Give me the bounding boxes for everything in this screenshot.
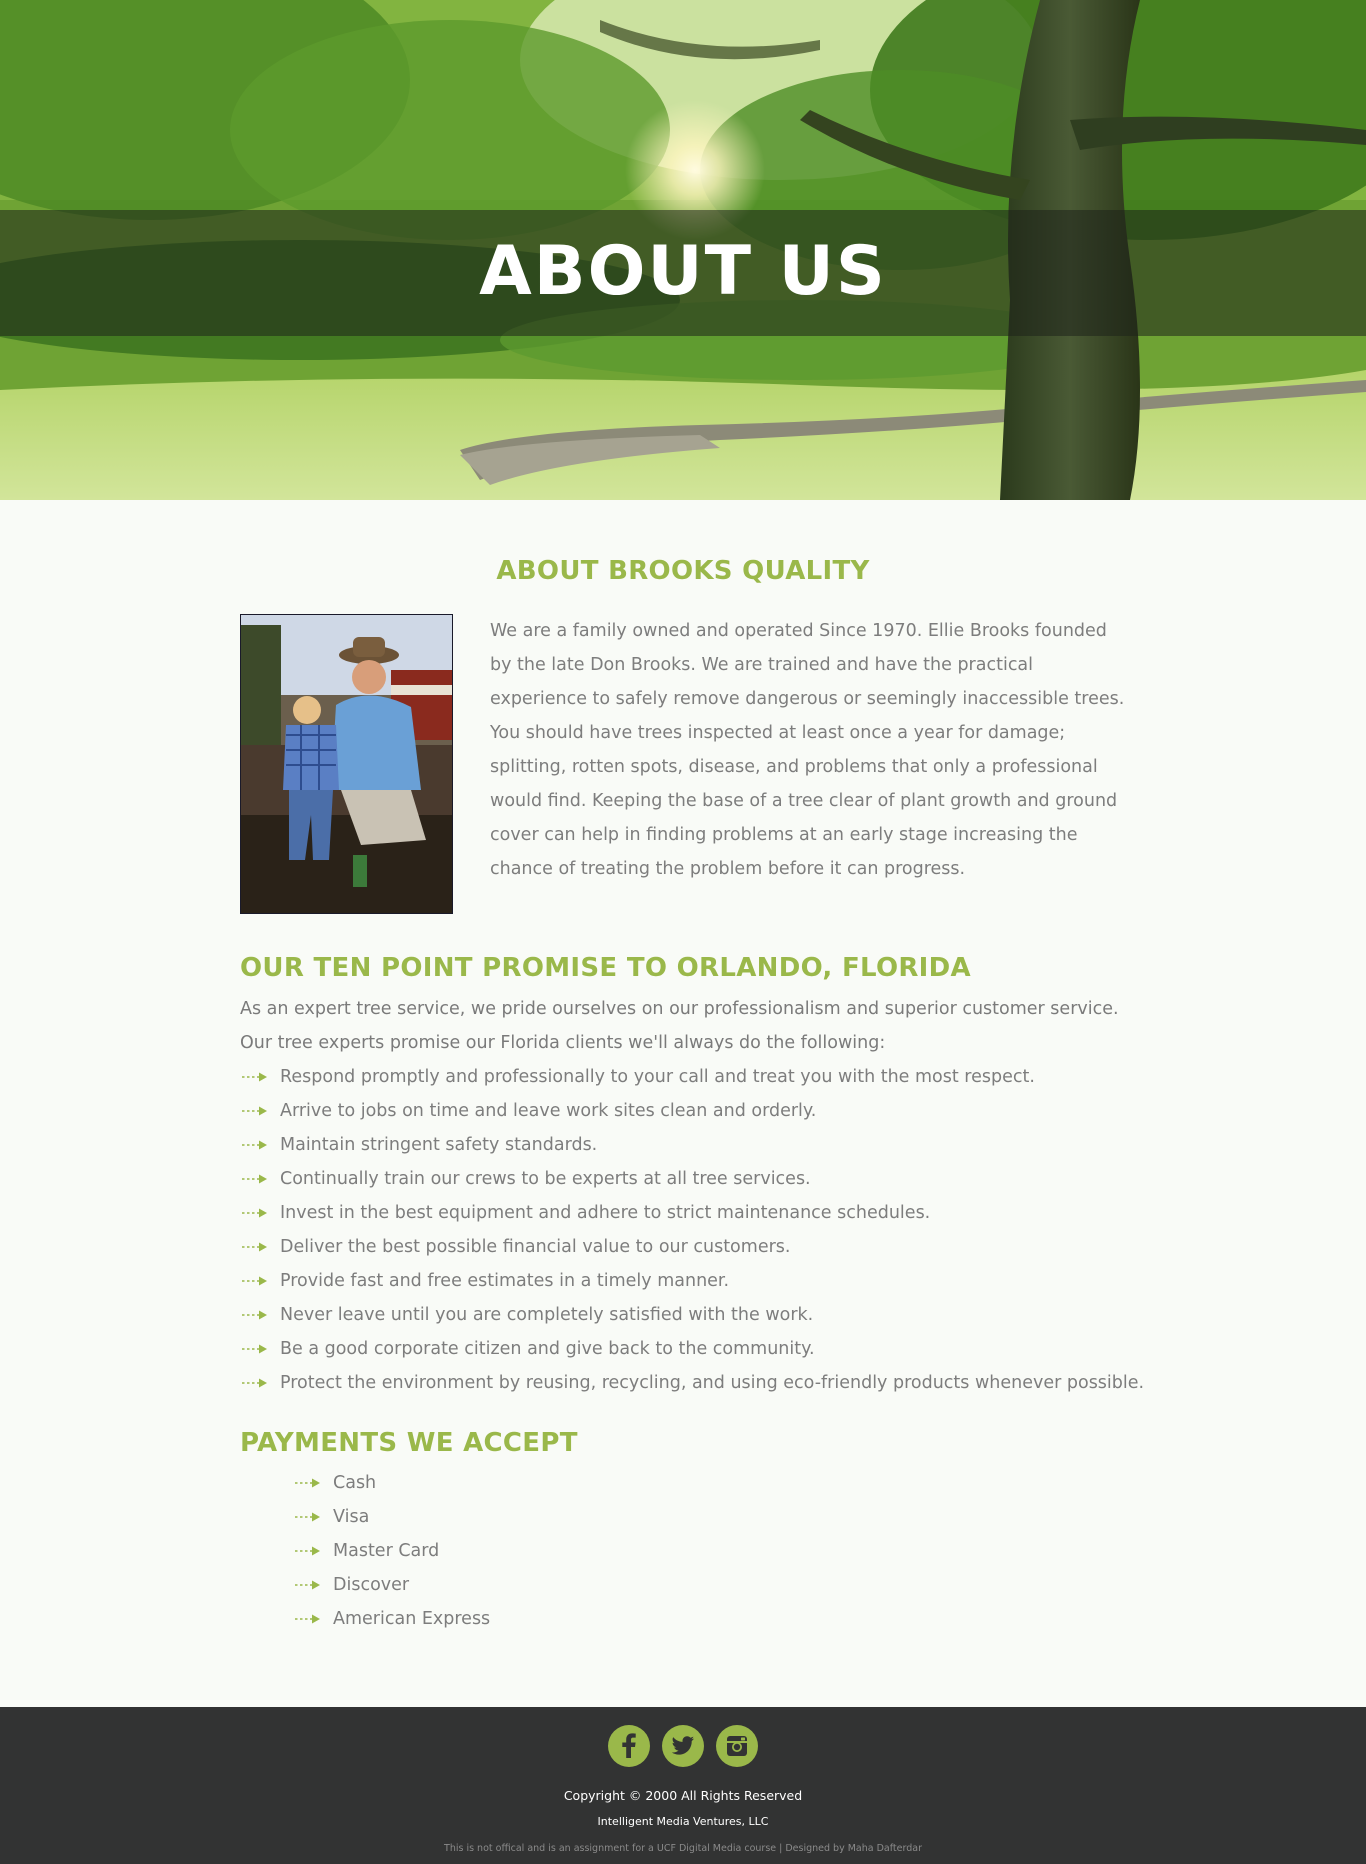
- footer: Copyright © 2000 All Rights Reserved Int…: [0, 1707, 1366, 1864]
- promise-item-text: Protect the environment by reusing, recy…: [280, 1373, 1145, 1393]
- about-paragraph: We are a family owned and operated Since…: [490, 621, 1125, 879]
- list-item: Arrive to jobs on time and leave work si…: [240, 1094, 1144, 1128]
- arrow-icon: [295, 1580, 320, 1590]
- list-item: Discover: [293, 1568, 490, 1602]
- promise-item-text: Never leave until you are completely sat…: [280, 1305, 814, 1325]
- family-photo: [240, 614, 453, 914]
- arrow-icon: [295, 1478, 320, 1488]
- promise-item-text: Provide fast and free estimates in a tim…: [280, 1271, 730, 1291]
- arrow-icon: [295, 1512, 320, 1522]
- about-heading: ABOUT BROOKS QUALITY: [496, 556, 870, 586]
- list-item: Master Card: [293, 1534, 490, 1568]
- payment-list: Cash Visa Master Card Discover American …: [293, 1466, 490, 1636]
- twitter-link[interactable]: [662, 1725, 704, 1767]
- promise-item-text: Continually train our crews to be expert…: [280, 1169, 811, 1189]
- payment-method: Master Card: [333, 1541, 440, 1561]
- arrow-icon: [242, 1310, 267, 1320]
- arrow-icon: [242, 1140, 267, 1150]
- list-item: Protect the environment by reusing, recy…: [240, 1366, 1144, 1400]
- payment-method: Cash: [333, 1473, 377, 1493]
- promise-item-text: Maintain stringent safety standards.: [280, 1135, 598, 1155]
- list-item: Continually train our crews to be expert…: [240, 1162, 1144, 1196]
- promise-item-text: Invest in the best equipment and adhere …: [280, 1203, 931, 1223]
- arrow-icon: [242, 1072, 267, 1082]
- page-title: ABOUT US: [479, 232, 887, 311]
- list-item: Provide fast and free estimates in a tim…: [240, 1264, 1144, 1298]
- promise-item-text: Be a good corporate citizen and give bac…: [280, 1339, 815, 1359]
- arrow-icon: [242, 1378, 267, 1388]
- twitter-icon: [671, 1736, 694, 1755]
- payment-method: American Express: [333, 1609, 491, 1629]
- payment-method: Visa: [333, 1507, 370, 1527]
- payment-method: Discover: [333, 1575, 410, 1595]
- arrow-icon: [242, 1106, 267, 1116]
- list-item: American Express: [293, 1602, 490, 1636]
- list-item: Invest in the best equipment and adhere …: [240, 1196, 1144, 1230]
- facebook-link[interactable]: [608, 1725, 650, 1767]
- arrow-icon: [295, 1546, 320, 1556]
- promise-list: Respond promptly and professionally to y…: [240, 1060, 1144, 1400]
- copyright-text: Copyright © 2000 All Rights Reserved: [563, 1788, 803, 1803]
- arrow-icon: [242, 1242, 267, 1252]
- hero-banner: ABOUT US: [0, 0, 1366, 500]
- arrow-icon: [242, 1344, 267, 1354]
- promise-intro: As an expert tree service, we pride ours…: [240, 999, 1119, 1053]
- payments-heading: PAYMENTS WE ACCEPT: [240, 1428, 578, 1458]
- promise-item-text: Deliver the best possible financial valu…: [280, 1237, 791, 1257]
- list-item: Never leave until you are completely sat…: [240, 1298, 1144, 1332]
- list-item: Deliver the best possible financial valu…: [240, 1230, 1144, 1264]
- promise-item-text: Respond promptly and professionally to y…: [280, 1067, 1035, 1087]
- instagram-icon: [727, 1736, 747, 1756]
- promise-heading: OUR TEN POINT PROMISE TO ORLANDO, FLORID…: [240, 953, 971, 983]
- company-name: Intelligent Media Ventures, LLC: [597, 1815, 769, 1828]
- promise-item-text: Arrive to jobs on time and leave work si…: [280, 1101, 817, 1121]
- list-item: Maintain stringent safety standards.: [240, 1128, 1144, 1162]
- instagram-link[interactable]: [716, 1725, 758, 1767]
- disclaimer-text: This is not offical and is an assignment…: [444, 1843, 922, 1854]
- list-item: Be a good corporate citizen and give bac…: [240, 1332, 1144, 1366]
- family-photo-image: [241, 615, 452, 913]
- facebook-icon: [622, 1733, 636, 1758]
- arrow-icon: [242, 1174, 267, 1184]
- arrow-icon: [242, 1276, 267, 1286]
- arrow-icon: [295, 1614, 320, 1624]
- list-item: Cash: [293, 1466, 490, 1500]
- list-item: Visa: [293, 1500, 490, 1534]
- social-links: [0, 1725, 1366, 1767]
- list-item: Respond promptly and professionally to y…: [240, 1060, 1144, 1094]
- arrow-icon: [242, 1208, 267, 1218]
